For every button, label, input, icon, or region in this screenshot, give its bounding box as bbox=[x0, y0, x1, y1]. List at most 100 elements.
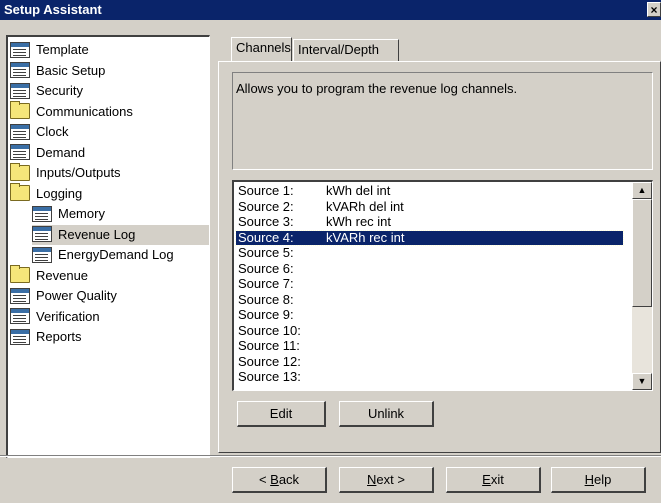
channel-row[interactable]: Source 11: bbox=[236, 339, 623, 353]
tree-item-label: Clock bbox=[36, 124, 69, 139]
tree-item-label: EnergyDemand Log bbox=[58, 247, 174, 262]
document-icon bbox=[32, 226, 52, 243]
tree-item-label: Revenue bbox=[36, 267, 89, 283]
back-rest: ack bbox=[278, 472, 300, 487]
tree-item[interactable]: Demand bbox=[10, 143, 209, 163]
channel-row[interactable]: Source 7: bbox=[236, 277, 623, 291]
description-box: Allows you to program the revenue log ch… bbox=[232, 72, 653, 170]
help-accel: H bbox=[584, 472, 595, 487]
channel-row[interactable]: Source 2: kVARh del int bbox=[236, 198, 623, 214]
tree-item[interactable]: Memory bbox=[32, 204, 209, 224]
tree-item[interactable]: EnergyDemand Log bbox=[32, 245, 209, 265]
tree-item[interactable]: Revenue Log bbox=[32, 224, 209, 245]
channel-row[interactable]: Source 6: bbox=[236, 260, 623, 276]
channel-source: Source 5: bbox=[238, 245, 294, 260]
tree-item-label: Demand bbox=[36, 144, 86, 160]
tree-item-label: Basic Setup bbox=[36, 62, 106, 78]
title-bar: Setup Assistant × bbox=[0, 0, 661, 20]
folder-icon bbox=[10, 265, 30, 284]
channel-row[interactable]: Source 9: bbox=[236, 308, 623, 322]
tree-item[interactable]: Communications bbox=[10, 101, 209, 122]
exit-rest: xit bbox=[490, 472, 504, 487]
back-accel: B bbox=[270, 472, 279, 487]
edit-button[interactable]: Edit bbox=[237, 401, 326, 427]
channel-source: Source 3: bbox=[238, 214, 294, 229]
close-icon[interactable]: × bbox=[647, 2, 661, 17]
vertical-scrollbar[interactable]: ▲ ▼ bbox=[632, 182, 652, 390]
document-icon bbox=[10, 287, 30, 304]
channel-row[interactable]: Source 1: kWh del int bbox=[236, 184, 623, 198]
channel-row[interactable]: Source 8: bbox=[236, 291, 623, 307]
tree-item-label: Logging bbox=[36, 185, 83, 201]
tree-item[interactable]: Template bbox=[10, 40, 209, 60]
channel-source: Source 1: bbox=[238, 183, 294, 198]
tree-item[interactable]: Verification bbox=[10, 307, 209, 327]
channel-row[interactable]: Source 3: kWh rec int bbox=[236, 215, 623, 229]
tree-item[interactable]: Inputs/Outputs bbox=[10, 162, 209, 183]
back-prefix: < bbox=[258, 472, 271, 487]
description-text: Allows you to program the revenue log ch… bbox=[236, 81, 518, 96]
scroll-thumb[interactable] bbox=[632, 199, 652, 307]
channel-source: Source 13: bbox=[238, 369, 301, 384]
help-button[interactable]: Help bbox=[551, 467, 646, 493]
channel-row[interactable]: Source 5: bbox=[236, 246, 623, 260]
channel-source: Source 6: bbox=[238, 260, 294, 276]
document-icon bbox=[10, 41, 30, 58]
channel-source: Source 8: bbox=[238, 291, 294, 307]
tree-item-label: Memory bbox=[58, 206, 105, 221]
setup-tree[interactable]: Template Basic Setup Security Communication… bbox=[6, 35, 210, 458]
scroll-down-icon[interactable]: ▼ bbox=[632, 373, 652, 390]
tab-interval-depth[interactable]: Interval/Depth bbox=[293, 39, 399, 61]
channel-source: Source 11: bbox=[238, 338, 300, 353]
tree-item-label: Revenue Log bbox=[58, 226, 136, 242]
channel-row[interactable]: Source 4: kVARh rec int bbox=[235, 229, 624, 246]
next-button[interactable]: Next > bbox=[339, 467, 434, 493]
tree-item[interactable]: Security bbox=[10, 81, 209, 101]
channel-row[interactable]: Source 10: bbox=[236, 322, 623, 338]
separator bbox=[0, 455, 661, 457]
tree-item[interactable]: Revenue bbox=[10, 265, 209, 286]
document-icon bbox=[10, 62, 30, 79]
folder-icon bbox=[10, 101, 30, 120]
tree-item[interactable]: Reports bbox=[10, 327, 209, 347]
channel-list[interactable]: Source 13: Source 12: Source 11: Source 10:… bbox=[232, 180, 653, 391]
document-icon bbox=[32, 246, 52, 263]
exit-button[interactable]: Exit bbox=[446, 467, 541, 493]
tree-item-label: Inputs/Outputs bbox=[36, 165, 121, 180]
channel-value: kWh del int bbox=[326, 183, 391, 198]
tree-item[interactable]: Logging bbox=[10, 183, 209, 204]
channel-row[interactable]: Source 13: bbox=[236, 370, 623, 384]
tab-channels[interactable]: Channels bbox=[231, 37, 292, 61]
window-title: Setup Assistant bbox=[4, 2, 102, 17]
document-icon bbox=[32, 205, 52, 222]
tree-item-label: Security bbox=[36, 83, 83, 98]
document-icon bbox=[10, 123, 30, 140]
channel-source: Source 2: bbox=[238, 198, 294, 214]
channel-value: kVARh rec int bbox=[326, 229, 405, 245]
channel-source: Source 4: bbox=[238, 229, 294, 245]
tree-item-label: Template bbox=[36, 42, 89, 57]
tree-item-label: Reports bbox=[36, 329, 82, 344]
folder-icon bbox=[10, 183, 30, 202]
channel-value: kVARh del int bbox=[326, 198, 404, 214]
tree-item-label: Verification bbox=[36, 308, 100, 324]
channel-value: kWh rec int bbox=[326, 214, 392, 229]
channel-source: Source 12: bbox=[238, 353, 301, 369]
document-icon bbox=[10, 308, 30, 325]
tree-item[interactable]: Power Quality bbox=[10, 286, 209, 306]
next-rest: ext > bbox=[376, 472, 405, 487]
channel-source: Source 7: bbox=[238, 276, 294, 291]
tree-item-label: Communications bbox=[36, 103, 133, 119]
unlink-button[interactable]: Unlink bbox=[339, 401, 434, 427]
back-button[interactable]: < Back bbox=[232, 467, 327, 493]
channel-row[interactable]: Source 12: bbox=[236, 353, 623, 369]
tree-item-label: Power Quality bbox=[36, 288, 117, 303]
exit-accel: E bbox=[482, 472, 491, 487]
help-rest: elp bbox=[594, 472, 612, 487]
channel-source: Source 10: bbox=[238, 322, 301, 338]
tree-item[interactable]: Clock bbox=[10, 122, 209, 142]
scroll-up-icon[interactable]: ▲ bbox=[632, 182, 652, 199]
document-icon bbox=[10, 144, 30, 161]
tree-item[interactable]: Basic Setup bbox=[10, 61, 209, 81]
next-accel: N bbox=[367, 472, 377, 487]
